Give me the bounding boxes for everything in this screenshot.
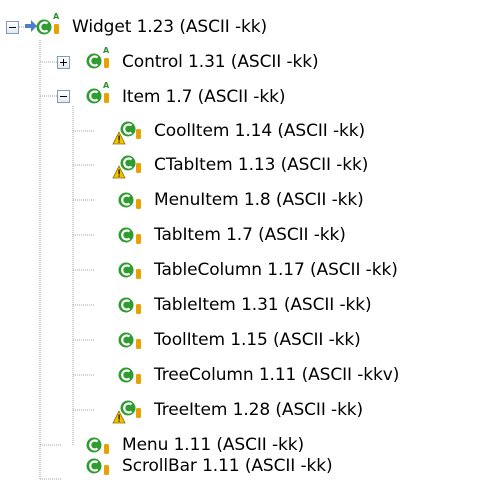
control-abstract-class-icon: A	[86, 46, 110, 69]
treecolumn-class-icon	[118, 367, 141, 384]
node-label: CoolItem 1.14 (ASCII -kk)	[154, 121, 366, 141]
node-label: Control 1.31 (ASCII -kk)	[122, 52, 319, 72]
tree-node-scrollbar[interactable]: ScrollBar 1.11 (ASCII -kk)	[120, 449, 335, 483]
item-abstract-class-icon: A	[86, 81, 110, 104]
ctabitem-class-warning-icon	[112, 155, 141, 179]
toolitem-class-icon	[118, 332, 141, 349]
tabitem-class-icon	[118, 227, 141, 244]
coolitem-class-warning-icon	[112, 121, 141, 145]
item-collapse-toggle[interactable]	[57, 90, 70, 103]
node-label: ToolItem 1.15 (ASCII -kk)	[154, 330, 361, 350]
control-expand-toggle[interactable]	[57, 56, 70, 69]
abstract-marker-icon: A	[103, 46, 110, 55]
tree-node-treeitem[interactable]: TreeItem 1.28 (ASCII -kk)	[152, 393, 365, 427]
widget-abstract-class-icon: A	[25, 12, 60, 35]
tree-node-tablecolumn[interactable]: TableColumn 1.17 (ASCII -kk)	[152, 253, 400, 287]
node-label: TableColumn 1.17 (ASCII -kk)	[154, 260, 398, 280]
tree-node-toolitem[interactable]: ToolItem 1.15 (ASCII -kk)	[152, 323, 363, 357]
treeitem-class-warning-icon	[112, 400, 141, 424]
node-label: TableItem 1.31 (ASCII -kk)	[154, 295, 372, 315]
abstract-marker-icon: A	[53, 12, 60, 21]
tree-node-treecolumn[interactable]: TreeColumn 1.11 (ASCII -kkv)	[152, 358, 401, 392]
tree-node-tabitem[interactable]: TabItem 1.7 (ASCII -kk)	[152, 218, 348, 252]
widget-collapse-toggle[interactable]	[6, 21, 19, 34]
node-label: Item 1.7 (ASCII -kk)	[122, 87, 286, 107]
tree-node-coolitem[interactable]: CoolItem 1.14 (ASCII -kk)	[152, 114, 367, 148]
node-label: MenuItem 1.8 (ASCII -kk)	[154, 190, 364, 210]
node-label: TreeItem 1.28 (ASCII -kk)	[154, 400, 364, 420]
menuitem-class-icon	[118, 192, 141, 209]
subtype-arrow-icon	[25, 20, 37, 32]
tablecolumn-class-icon	[118, 262, 141, 279]
abstract-marker-icon: A	[103, 81, 110, 90]
node-label: Widget 1.23 (ASCII -kk)	[72, 17, 268, 37]
scrollbar-class-icon	[86, 458, 109, 475]
tree-node-ctabitem[interactable]: CTabItem 1.13 (ASCII -kk)	[152, 148, 370, 182]
node-label: TabItem 1.7 (ASCII -kk)	[154, 225, 346, 245]
type-hierarchy-tree: A Widget 1.23 (ASCII -kk) A Control 1.31…	[0, 0, 504, 483]
tableitem-class-icon	[118, 297, 141, 314]
tree-node-tableitem[interactable]: TableItem 1.31 (ASCII -kk)	[152, 288, 374, 322]
tree-node-widget[interactable]: Widget 1.23 (ASCII -kk)	[70, 10, 269, 44]
node-label: ScrollBar 1.11 (ASCII -kk)	[122, 456, 333, 476]
tree-node-control[interactable]: Control 1.31 (ASCII -kk)	[120, 45, 321, 79]
tree-node-item[interactable]: Item 1.7 (ASCII -kk)	[120, 80, 287, 114]
tree-node-menuitem[interactable]: MenuItem 1.8 (ASCII -kk)	[152, 183, 366, 217]
node-label: CTabItem 1.13 (ASCII -kk)	[154, 155, 369, 175]
node-label: TreeColumn 1.11 (ASCII -kkv)	[154, 365, 400, 385]
